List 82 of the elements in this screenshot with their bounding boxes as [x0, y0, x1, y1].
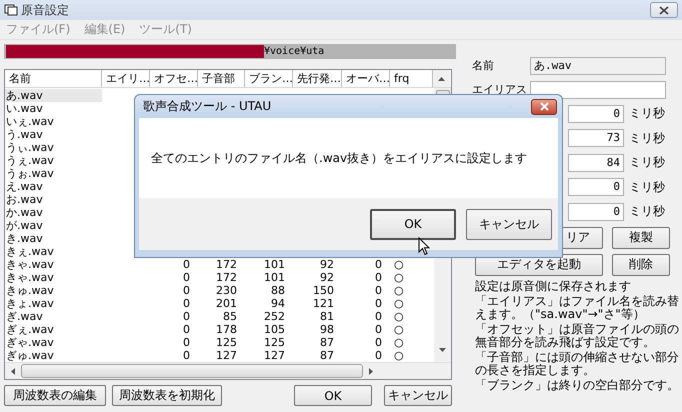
table-cell-text: 101: [263, 271, 286, 284]
help-text: 「エイリアス」はファイル名を読み替えます。（"sa.wav"→"さ"等）: [475, 294, 680, 320]
table-cell-text: 94: [270, 297, 286, 310]
table-cell-text: う.wav: [5, 128, 44, 141]
table-cell-text: 121: [312, 297, 335, 310]
unit-label: ミリ秒: [629, 203, 665, 220]
table-cell-text: 92: [319, 271, 335, 284]
table-cell-text: きょ.wav: [5, 297, 55, 310]
table-cell-text: き.wav: [5, 232, 44, 245]
table-cell-text: きゅ.wav: [5, 284, 55, 297]
table-cell-text: 105: [263, 323, 286, 336]
table-cell-text: ぎゃ.wav: [5, 336, 55, 349]
unit-label: ミリ秒: [629, 105, 665, 122]
table-cell-text: 0: [374, 336, 383, 349]
table-cell-text: ぎぇ.wav: [5, 323, 55, 336]
table-cell-text: 178: [215, 323, 238, 336]
window-title: 原音設定: [21, 2, 69, 18]
table-cell-text: 127: [263, 349, 286, 362]
help-text: 設定は原音側に保存されます: [475, 280, 632, 292]
table-cell-text: 101: [263, 258, 286, 271]
table-cell-text: きぇ.wav: [5, 245, 55, 258]
table-cell-text: 0: [182, 284, 191, 297]
table-cell-text: ○: [393, 284, 405, 297]
table-cell-text: 98: [319, 323, 335, 336]
table-cell-text: うぃ.wav: [5, 141, 55, 154]
table-cell-text: 81: [319, 310, 335, 323]
table-cell-text: 201: [215, 297, 238, 310]
table-cell-text: 0: [374, 349, 383, 362]
table-cell-text: ぎゅ.wav: [5, 349, 55, 362]
help-text: 「ブランク」は終りの空白部分です。: [475, 378, 680, 392]
table-cell-text: いぇ.wav: [5, 115, 55, 128]
table-cell-text: 127: [215, 349, 238, 362]
table-cell-text: 0: [374, 310, 383, 323]
table-cell-text: ○: [393, 310, 405, 323]
table-cell-text: 87: [319, 349, 335, 362]
table-cell-text: うぉ.wav: [5, 167, 55, 180]
table-cell: あ.wav: [5, 89, 102, 102]
table-cell-text: ○: [393, 336, 405, 349]
table-cell-text: ぎ.wav: [5, 310, 44, 323]
table-cell-text: きゃ.wav: [5, 258, 55, 271]
table-cell-text: 0: [374, 271, 383, 284]
table-cell-text: 0: [182, 310, 191, 323]
path-text: ¥voice¥uta: [264, 46, 324, 57]
table-cell-text: 0: [182, 297, 191, 310]
table-cell-text: 172: [215, 271, 238, 284]
table-cell-text: 85: [222, 310, 238, 323]
table-cell-text: 0: [374, 258, 383, 271]
table-cell-text: お.wav: [5, 193, 44, 206]
table-cell-text: 0: [374, 297, 383, 310]
table-cell-text: ○: [393, 258, 405, 271]
help-text: 「オフセット」は原音ファイルの頭の無音部分を読み飛ばす設定です。: [475, 322, 680, 348]
table-cell-text: 0: [374, 284, 383, 297]
table-cell-text: 92: [319, 258, 335, 271]
table-cell-text: ○: [393, 323, 405, 336]
field-label: 名前: [472, 58, 495, 73]
table-cell-text: ○: [393, 297, 405, 310]
table-cell-text: 230: [215, 284, 238, 297]
table-cell-text: ○: [393, 271, 405, 284]
table-cell-text: か.wav: [5, 206, 44, 219]
field-label: エイリアス: [472, 82, 528, 97]
table-cell-text: 88: [270, 284, 286, 297]
table-cell-text: 0: [182, 323, 191, 336]
table-cell-text: 0: [182, 271, 191, 284]
unit-label: ミリ秒: [629, 154, 665, 171]
table-cell-text: 0: [182, 336, 191, 349]
table-cell-text: 172: [215, 258, 238, 271]
help-text: 「子音部」には頭の伸縮させない部分の長さを指定します。: [475, 350, 680, 376]
table-cell-text: きゃ.wav: [5, 271, 55, 284]
unit-label: ミリ秒: [629, 178, 665, 196]
table-cell-text: ○: [393, 349, 405, 362]
dialog-message: 全てのエントリのファイル名（.wav抜き）をエイリアスに設定します: [151, 150, 528, 166]
table-cell-text: 150: [312, 284, 335, 297]
table-cell-text: 0: [374, 323, 383, 336]
table-cell-text: 252: [263, 310, 286, 323]
dialog-title: 歌声合成ツール - UTAU: [143, 98, 272, 115]
table-cell-text: 125: [215, 336, 238, 349]
table-cell-text: 125: [263, 336, 286, 349]
unit-label: ミリ秒: [629, 130, 665, 146]
table-cell-text: 0: [182, 349, 191, 362]
table-cell-text: え.wav: [5, 180, 44, 193]
table-cell-text: 87: [319, 336, 335, 349]
table-cell-text: 0: [182, 258, 191, 271]
